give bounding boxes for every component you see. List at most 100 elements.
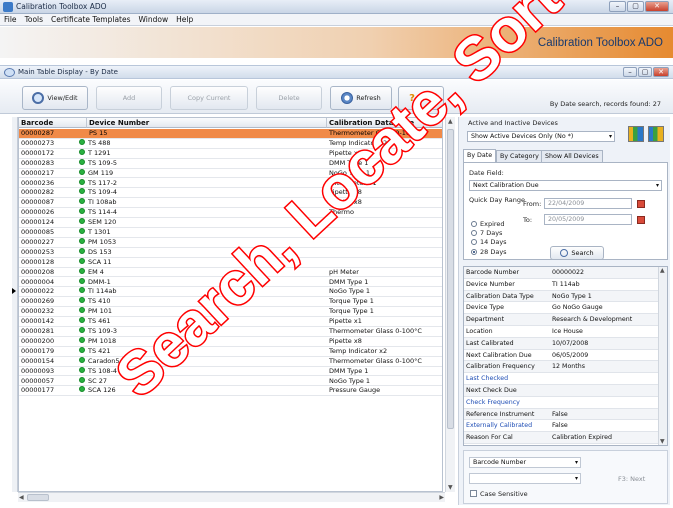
radio-14-days[interactable] xyxy=(471,239,477,245)
table-row[interactable]: 00000281 TS 109-3 Thermometer Glass 0-100°… xyxy=(19,327,442,337)
table-row[interactable]: 00000282 TS 109-4 Pipette x8 xyxy=(19,188,442,199)
to-date-input[interactable]: 20/05/2009 xyxy=(544,214,632,225)
property-row[interactable]: Device Number TI 114ab xyxy=(464,279,659,291)
property-row[interactable]: Last Checked xyxy=(464,373,659,385)
property-row[interactable]: Reference Instrument False xyxy=(464,408,659,421)
case-sensitive-checkbox[interactable] xyxy=(470,490,477,497)
table-row[interactable]: 00000128 SCA 11 xyxy=(19,257,442,268)
radio-7-days[interactable] xyxy=(471,230,477,236)
table-vertical-scrollbar[interactable]: ▲ ▼ xyxy=(445,117,455,492)
cell-barcode: 00000026 xyxy=(21,208,55,217)
menu-window[interactable]: Window xyxy=(135,14,173,25)
sub-maximize-button[interactable]: ▢ xyxy=(638,67,652,77)
property-row[interactable]: Calibration Frequency 12 Months xyxy=(464,361,659,374)
table-horizontal-scrollbar[interactable]: ◀ ▶ xyxy=(18,492,445,502)
sort-descending-icon[interactable] xyxy=(648,126,664,142)
table-row[interactable]: 00000172 T 1291 Pipette x8 xyxy=(19,148,442,159)
table-row[interactable]: 00000093 TS 108-4 DMM Type 1 xyxy=(19,366,442,377)
tab-show-all-devices[interactable]: Show All Devices xyxy=(541,150,603,162)
tab-by-date[interactable]: By Date xyxy=(463,149,497,162)
property-row[interactable]: Device Type Go NoGo Gauge xyxy=(464,302,659,315)
table-row[interactable]: 00000227 PM 1053 xyxy=(19,237,442,248)
table-row[interactable]: 00000085 T 1301 xyxy=(19,228,442,238)
scroll-thumb[interactable] xyxy=(447,129,454,429)
property-row[interactable]: Department Research & Development xyxy=(464,314,659,326)
property-row[interactable]: Check Frequency xyxy=(464,397,659,409)
menu-certificate-templates[interactable]: Certificate Templates xyxy=(47,14,134,25)
col-barcode-header[interactable]: Barcode Number xyxy=(19,118,87,137)
to-calendar-icon[interactable] xyxy=(637,216,645,224)
table-row[interactable]: 00000273 TS 488 Temp Indicator x2 xyxy=(19,138,442,149)
date-field-combo[interactable]: Next Calibration Due xyxy=(469,180,662,191)
table-row[interactable]: 00000287 PS 15 Thermometer Glass 0-100°C xyxy=(19,129,442,139)
delete-button[interactable]: Delete xyxy=(256,86,322,110)
table-row[interactable]: 00000179 TS 421 Temp Indicator x2 xyxy=(19,346,442,357)
status-dot-icon xyxy=(79,376,85,383)
sub-minimize-button[interactable]: – xyxy=(623,67,637,77)
status-dot-icon xyxy=(79,208,85,215)
hscroll-thumb[interactable] xyxy=(27,494,49,501)
properties-scrollbar[interactable]: ▲ ▼ xyxy=(658,267,667,445)
tab-by-category[interactable]: By Category xyxy=(496,150,543,162)
table-row[interactable]: 00000269 TS 410 Torque Type 1 xyxy=(19,297,442,308)
scroll-right-icon[interactable]: ▶ xyxy=(439,494,444,501)
scroll-left-icon[interactable]: ◀ xyxy=(19,494,24,501)
add-button[interactable]: Add xyxy=(96,86,162,110)
property-row[interactable]: Next Check Due xyxy=(464,385,659,397)
find-text-input[interactable] xyxy=(469,473,581,484)
find-next-label[interactable]: F3: Next xyxy=(618,475,645,483)
help-button[interactable]: ? Help xyxy=(398,86,444,110)
scroll-down-icon[interactable]: ▼ xyxy=(448,484,453,491)
table-row[interactable]: 00000232 PM 101 Torque Type 1 xyxy=(19,307,442,318)
table-row[interactable]: 00000208 EM 4 pH Meter xyxy=(19,267,442,278)
active-devices-combo[interactable]: Show Active Devices Only (No *) xyxy=(467,131,615,142)
table-row[interactable]: 00000142 TS 461 Pipette x1 xyxy=(19,317,442,327)
from-date-input[interactable]: 22/04/2009 xyxy=(544,198,632,209)
property-row[interactable]: Calibration Data Type NoGo Type 1 xyxy=(464,290,659,303)
table-row[interactable]: 00000200 PM 1018 Pipette x8 xyxy=(19,336,442,347)
radio-28-days[interactable] xyxy=(471,249,477,255)
table-row[interactable]: 00000022 TI 114ab NoGo Type 1 xyxy=(19,287,442,298)
col-device-header[interactable]: Device Number xyxy=(87,118,327,128)
table-row[interactable]: 00000154 Caradon5 Thermometer Glass 0-100°… xyxy=(19,356,442,367)
property-row[interactable]: Reason For Cal Calibration Expired xyxy=(464,432,659,444)
menu-file[interactable]: File xyxy=(0,14,21,25)
table-row[interactable]: 00000217 GM 119 NoGo Type 1 xyxy=(19,168,442,179)
sort-ascending-icon[interactable] xyxy=(628,126,644,142)
menu-tools[interactable]: Tools xyxy=(21,14,47,25)
search-button[interactable]: Search xyxy=(550,246,604,260)
minimize-button[interactable]: – xyxy=(609,1,626,12)
cell-device: TS 114-4 xyxy=(88,208,118,217)
refresh-button[interactable]: Refresh xyxy=(330,86,392,110)
property-row[interactable]: Location Ice House xyxy=(464,326,659,338)
props-scroll-up-icon[interactable]: ▲ xyxy=(660,267,665,274)
radio-expired[interactable] xyxy=(471,221,477,227)
view-edit-button[interactable]: View/Edit xyxy=(22,86,88,110)
table-row[interactable]: 00000004 DMM-1 DMM Type 1 xyxy=(19,277,442,288)
property-row[interactable]: Barcode Number 00000022 xyxy=(464,267,659,279)
table-row[interactable]: 00000087 TI 108ab Pipette x8 xyxy=(19,198,442,209)
table-row[interactable]: 00000057 SC 27 NoGo Type 1 xyxy=(19,376,442,387)
table-row[interactable]: 00000283 TS 109-5 DMM Type 1 xyxy=(19,158,442,169)
table-row[interactable]: 00000177 SCA 126 Pressure Gauge xyxy=(19,386,442,397)
close-button[interactable]: ✕ xyxy=(645,1,669,12)
table-row[interactable]: 00000026 TS 114-4 Thermo xyxy=(19,208,442,219)
find-box: Barcode Number F3: Next Case Sensitive xyxy=(463,450,668,504)
copy-current-button[interactable]: Copy Current xyxy=(170,86,248,110)
maximize-button[interactable]: ▢ xyxy=(627,1,644,12)
table-row[interactable]: 00000124 SEM 120 xyxy=(19,218,442,228)
find-field-combo[interactable]: Barcode Number xyxy=(469,457,581,468)
table-row[interactable]: 00000236 TS 117-2 Micrometer V1 xyxy=(19,178,442,189)
props-scroll-down-icon[interactable]: ▼ xyxy=(660,438,665,445)
property-key: Reason For Cal xyxy=(466,434,513,442)
property-value: Go NoGo Gauge xyxy=(552,304,603,312)
property-row[interactable]: Next Calibration Due 06/05/2009 xyxy=(464,350,659,362)
scroll-up-icon[interactable]: ▲ xyxy=(448,118,453,125)
property-row[interactable]: Externally Calibrated False xyxy=(464,420,659,433)
table-row[interactable]: 00000253 DS 153 xyxy=(19,247,442,258)
property-row[interactable]: Last Calibrated 10/07/2008 xyxy=(464,337,659,350)
col-type-header[interactable]: Calibration Data Type xyxy=(327,118,442,128)
menu-help[interactable]: Help xyxy=(172,14,197,25)
sub-close-button[interactable]: ✕ xyxy=(653,67,669,77)
from-calendar-icon[interactable] xyxy=(637,200,645,208)
